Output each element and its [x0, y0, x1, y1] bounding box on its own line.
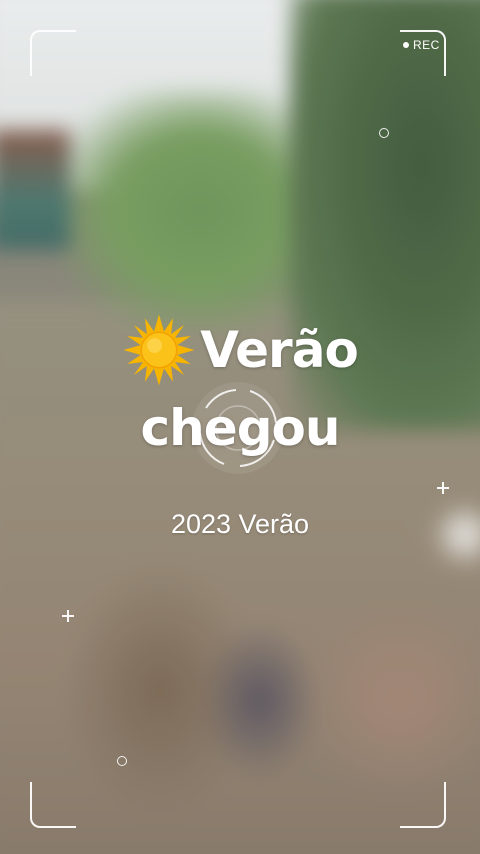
rec-indicator: REC	[403, 38, 440, 52]
title-block: Verão chegou	[0, 312, 480, 458]
small-circle-icon	[379, 128, 389, 138]
story-screen: REC Verão chegou 2023 Verão	[0, 0, 480, 854]
viewfinder-corner-bottom-left	[30, 782, 76, 828]
subtitle-year: 2023 Verão	[170, 509, 310, 539]
small-circle-icon	[117, 756, 127, 766]
viewfinder-corner-bottom-right	[400, 782, 446, 828]
rec-label: REC	[413, 38, 440, 52]
viewfinder-corner-top-left	[30, 30, 76, 76]
viewfinder-corner-top-right	[400, 30, 446, 76]
rec-dot-icon	[403, 42, 409, 48]
crosshair-plus-icon	[437, 482, 449, 494]
title-verao: Verão	[200, 321, 359, 379]
sun-icon	[123, 314, 195, 386]
title-chegou: chegou	[140, 399, 341, 457]
title-line-1: Verão	[0, 312, 480, 388]
crosshair-plus-icon	[62, 610, 74, 622]
